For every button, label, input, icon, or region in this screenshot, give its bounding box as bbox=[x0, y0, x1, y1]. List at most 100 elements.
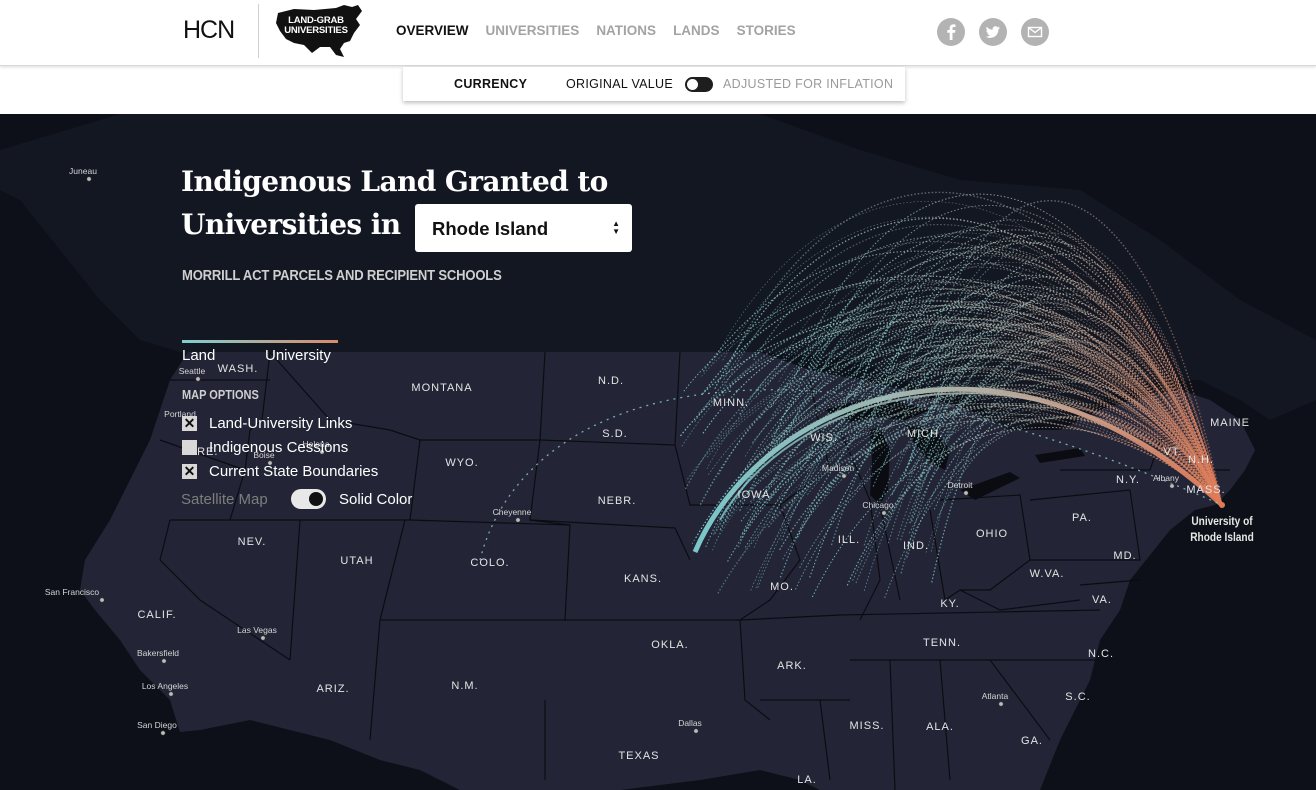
checkbox-unchecked-icon[interactable] bbox=[182, 440, 197, 455]
page-title-line2: Universities in bbox=[181, 208, 401, 241]
state-label: MO. bbox=[770, 581, 794, 593]
city-label: Atlanta bbox=[982, 691, 1009, 701]
state-label: ILL. bbox=[838, 534, 860, 546]
checkbox-checked-icon[interactable]: ✕ bbox=[182, 416, 197, 431]
state-label: N.D. bbox=[598, 375, 624, 387]
page-subtitle: MORRILL ACT PARCELS AND RECIPIENT SCHOOL… bbox=[182, 268, 502, 284]
state-label: MASS. bbox=[1186, 484, 1225, 496]
nav-lands[interactable]: LANDS bbox=[673, 23, 720, 38]
state-label: CALIF. bbox=[137, 609, 176, 621]
original-value-option[interactable]: ORIGINAL VALUE bbox=[566, 77, 673, 91]
state-label: N.C. bbox=[1088, 648, 1114, 660]
city-label: Madison bbox=[822, 463, 854, 473]
state-label: ARIZ. bbox=[316, 683, 349, 695]
state-label: N.Y. bbox=[1116, 474, 1140, 486]
city-dot bbox=[161, 658, 167, 664]
state-label: TENN. bbox=[923, 637, 961, 649]
city-dot bbox=[515, 517, 521, 523]
city-label: Albany bbox=[1153, 473, 1180, 483]
toggle-knob bbox=[687, 79, 698, 90]
city-label: San Diego bbox=[137, 720, 177, 730]
city-dot bbox=[881, 510, 887, 516]
facebook-icon[interactable] bbox=[937, 18, 965, 46]
option-label: Land-University Links bbox=[209, 415, 353, 432]
satellite-map-option[interactable]: Satellite Map bbox=[181, 491, 268, 508]
city-dot bbox=[841, 473, 847, 479]
state-label: IND. bbox=[903, 540, 929, 552]
city-dot bbox=[168, 691, 174, 697]
city-label: Bakersfield bbox=[137, 648, 179, 658]
state-label: COLO. bbox=[470, 557, 509, 569]
state-label: MD. bbox=[1113, 550, 1136, 562]
nav-nations[interactable]: NATIONS bbox=[596, 23, 656, 38]
email-icon[interactable] bbox=[1021, 18, 1049, 46]
map-options-heading: MAP OPTIONS bbox=[182, 388, 259, 402]
city-label: Dallas bbox=[678, 718, 702, 728]
state-label: NEBR. bbox=[598, 495, 637, 507]
solid-color-option[interactable]: Solid Color bbox=[339, 491, 412, 508]
state-label: MAINE bbox=[1210, 417, 1250, 429]
state-label: LA. bbox=[797, 774, 817, 786]
state-label: TEXAS bbox=[618, 750, 659, 762]
university-label-line1: University of bbox=[1191, 516, 1253, 528]
nav-universities[interactable]: UNIVERSITIES bbox=[486, 23, 580, 38]
state-label: MONTANA bbox=[411, 382, 472, 394]
main-nav: OVERVIEW UNIVERSITIES NATIONS LANDS STOR… bbox=[396, 23, 796, 38]
state-label: UTAH bbox=[340, 555, 373, 567]
state-label: N.H. bbox=[1188, 454, 1214, 466]
city-dot bbox=[99, 597, 105, 603]
state-select-dropdown[interactable]: Rhode Island ▲ ▼ bbox=[415, 204, 632, 252]
hcn-logo[interactable]: HCN bbox=[183, 16, 235, 45]
legend-gradient-bar bbox=[182, 340, 338, 343]
state-label: W.VA. bbox=[1030, 568, 1065, 580]
state-label: OHIO bbox=[976, 528, 1008, 540]
city-dot bbox=[693, 728, 699, 734]
city-label: Los Angeles bbox=[142, 681, 188, 691]
nav-overview[interactable]: OVERVIEW bbox=[396, 23, 469, 38]
state-label: S.D. bbox=[602, 428, 627, 440]
state-label: MISS. bbox=[850, 720, 885, 732]
university-marker bbox=[1219, 502, 1225, 508]
toggle-knob bbox=[309, 492, 323, 506]
state-label: WASH. bbox=[218, 363, 259, 375]
state-label: S.C. bbox=[1065, 691, 1090, 703]
page-title-line1: Indigenous Land Granted to bbox=[181, 165, 608, 198]
city-label: Chicago bbox=[862, 500, 893, 510]
city-dot bbox=[86, 176, 92, 182]
header-divider bbox=[258, 4, 259, 58]
state-label: VA. bbox=[1092, 594, 1112, 606]
currency-label: CURRENCY bbox=[454, 77, 528, 91]
nav-stories[interactable]: STORIES bbox=[737, 23, 796, 38]
checkbox-checked-icon[interactable]: ✕ bbox=[182, 464, 197, 479]
city-label: Detroit bbox=[947, 480, 973, 490]
adjusted-for-inflation-option[interactable]: ADJUSTED FOR INFLATION bbox=[723, 77, 893, 91]
state-label: OKLA. bbox=[651, 639, 688, 651]
twitter-icon[interactable] bbox=[979, 18, 1007, 46]
state-label: MICH. bbox=[907, 428, 943, 440]
university-label: University of Rhode Island bbox=[1189, 514, 1254, 546]
currency-toggle-switch[interactable] bbox=[685, 77, 713, 92]
state-label: N.M. bbox=[451, 680, 478, 692]
map-style-toggle-switch[interactable] bbox=[291, 489, 326, 509]
state-label: WYO. bbox=[445, 457, 478, 469]
state-label: ARK. bbox=[777, 660, 807, 672]
option-label: Indigenous Cessions bbox=[209, 439, 349, 456]
city-dot bbox=[195, 376, 201, 382]
legend-university-label: University bbox=[265, 347, 331, 364]
state-label: PA. bbox=[1072, 512, 1092, 524]
state-label: GA. bbox=[1021, 735, 1043, 747]
city-label: Juneau bbox=[69, 166, 97, 176]
state-label: MINN. bbox=[713, 397, 749, 409]
state-label: IOWA bbox=[738, 489, 771, 501]
state-label: NEV. bbox=[238, 536, 267, 548]
city-dot bbox=[963, 490, 969, 496]
currency-toggle-bar: CURRENCY ORIGINAL VALUE ADJUSTED FOR INF… bbox=[403, 67, 905, 101]
city-dot bbox=[160, 730, 166, 736]
university-label-line2: Rhode Island bbox=[1190, 532, 1254, 544]
city-label: San Francisco bbox=[45, 587, 100, 597]
select-arrows-icon: ▲ ▼ bbox=[612, 219, 620, 236]
land-grab-universities-logo[interactable]: LAND-GRAB UNIVERSITIES bbox=[274, 3, 364, 59]
city-dot bbox=[1169, 483, 1175, 489]
state-label: KANS. bbox=[624, 573, 662, 585]
city-dot bbox=[998, 701, 1004, 707]
